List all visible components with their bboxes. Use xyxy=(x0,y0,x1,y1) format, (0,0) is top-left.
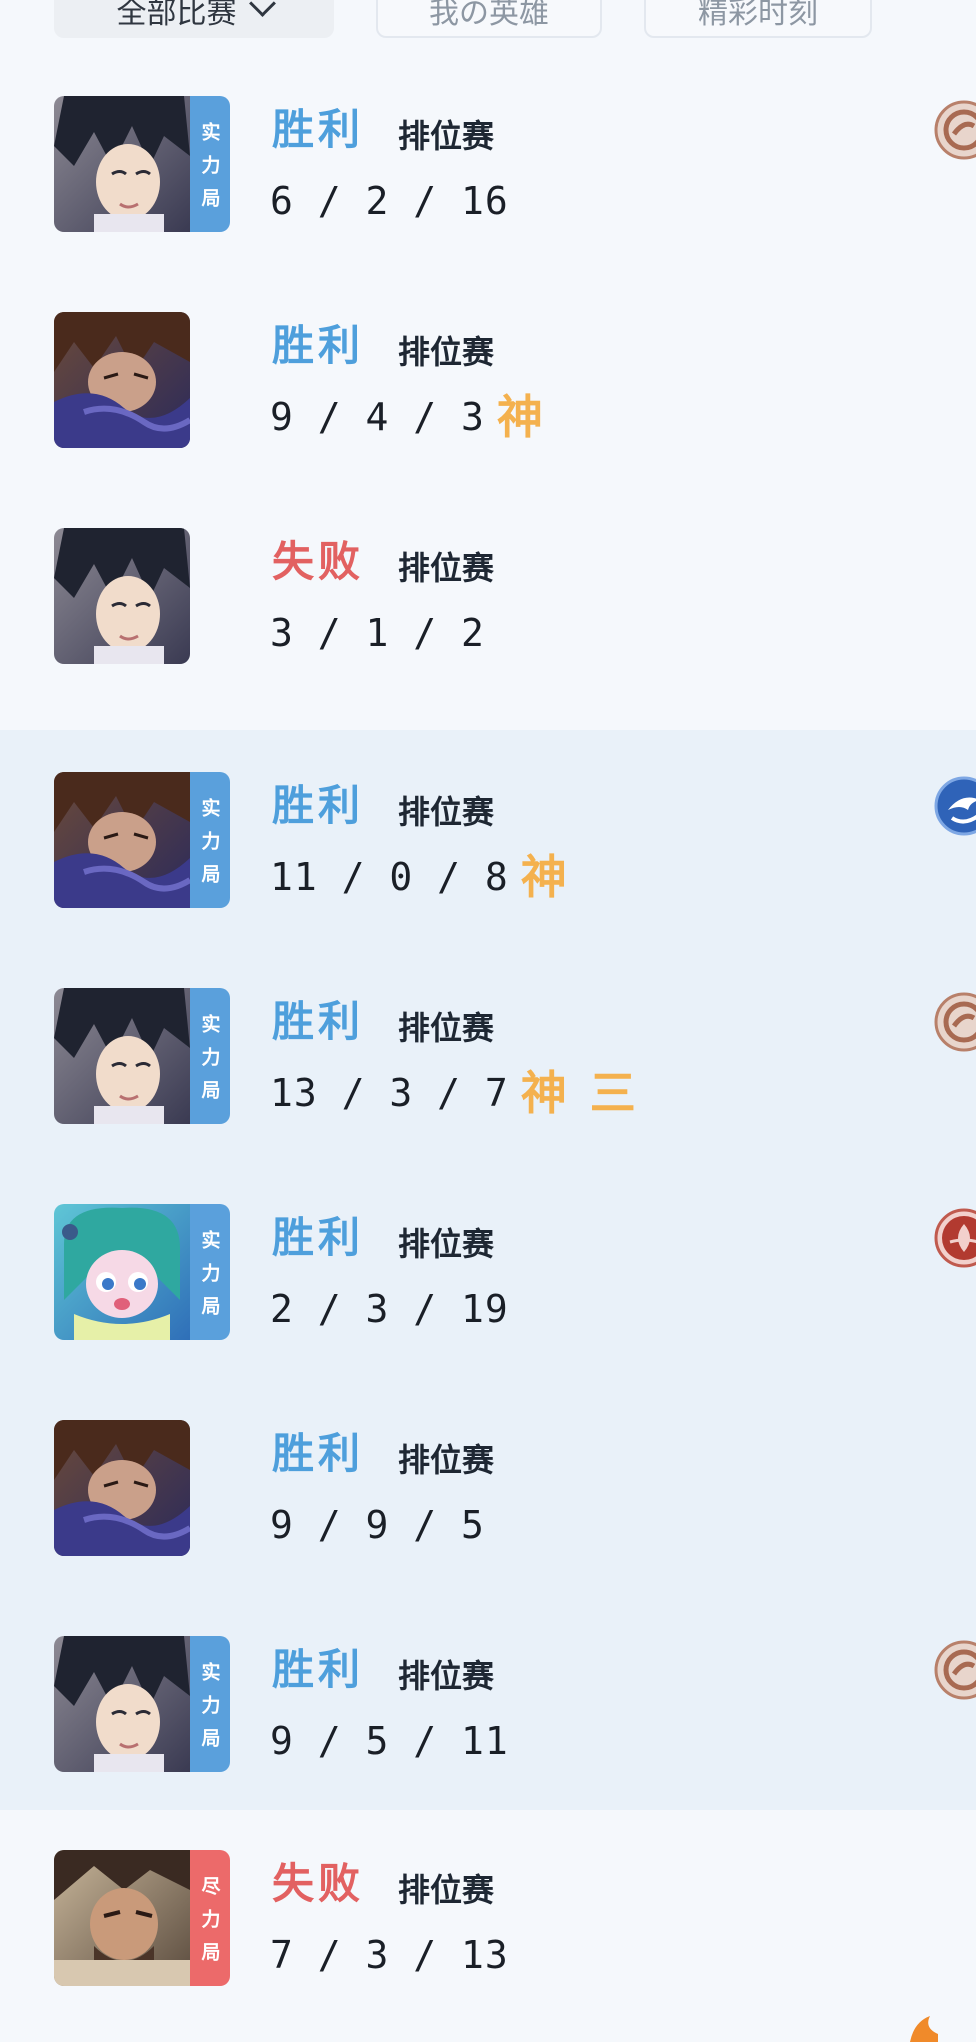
kda-value: 3 / 1 / 2 xyxy=(270,611,485,655)
match-row[interactable]: 尽力局 失败 排位赛 7 / 3 / 13 xyxy=(0,1850,976,1990)
kda-value: 13 / 3 / 7 xyxy=(270,1071,509,1115)
match-result: 胜利 xyxy=(272,997,365,1046)
kda-value: 9 / 9 / 5 xyxy=(270,1503,485,1547)
red-rank-icon xyxy=(934,1208,976,1268)
match-tag: 实力局 xyxy=(190,1204,230,1340)
match-row[interactable]: 胜利 排位赛 9 / 9 / 5 xyxy=(0,1420,976,1560)
match-mode: 排位赛 xyxy=(398,333,495,371)
match-row[interactable]: 失败 排位赛 3 / 1 / 2 xyxy=(0,528,976,668)
partial-flame-icon xyxy=(910,2016,938,2042)
filter-all-matches-label: 全部比赛 xyxy=(116,0,237,31)
match-mode: 排位赛 xyxy=(398,1225,495,1263)
filter-my-heroes-label: 我の英雄 xyxy=(429,0,549,31)
match-mode: 排位赛 xyxy=(398,117,495,155)
match-result: 胜利 xyxy=(272,1429,365,1478)
hero-portrait-dark-haired xyxy=(54,96,190,232)
filter-highlights[interactable]: 精彩时刻 xyxy=(644,0,872,38)
match-row[interactable]: 胜利 排位赛 9 / 4 / 3神 xyxy=(0,312,976,452)
chevron-down-icon xyxy=(248,0,276,17)
kda-value: 6 / 2 / 16 xyxy=(270,179,509,223)
match-result: 失败 xyxy=(272,537,365,586)
filter-bar: 全部比赛 我の英雄 精彩时刻 xyxy=(0,0,976,40)
filter-highlights-label: 精彩时刻 xyxy=(698,0,818,31)
match-mode: 排位赛 xyxy=(398,549,495,587)
match-result: 胜利 xyxy=(272,1213,365,1262)
match-group-1: 实力局 胜利 排位赛 6 / 2 / 16 胜利 排位赛 9 / 4 / 3神 … xyxy=(0,40,976,730)
hero-portrait-dark-haired xyxy=(54,528,190,664)
hero-portrait-dark-haired xyxy=(54,1636,190,1772)
match-tag: 实力局 xyxy=(190,988,230,1124)
match-kda: 11 / 0 / 8神 xyxy=(270,852,568,902)
bronze-rank-icon xyxy=(934,100,976,160)
match-tag: 实力局 xyxy=(190,96,230,232)
match-mode: 排位赛 xyxy=(398,1441,495,1479)
match-group-3: 尽力局 失败 排位赛 7 / 3 / 13 xyxy=(0,1810,976,2037)
match-row[interactable]: 实力局 胜利 排位赛 11 / 0 / 8神 xyxy=(0,772,976,912)
match-group-2: 实力局 胜利 排位赛 11 / 0 / 8神 实力局 胜利 排位赛 13 / 3… xyxy=(0,730,976,1810)
match-row[interactable]: 实力局 胜利 排位赛 2 / 3 / 19 xyxy=(0,1204,976,1344)
hero-portrait-masked xyxy=(54,312,190,448)
match-mode: 排位赛 xyxy=(398,793,495,831)
match-kda: 9 / 4 / 3神 xyxy=(270,392,544,442)
kda-value: 11 / 0 / 8 xyxy=(270,855,509,899)
blue-rank-icon xyxy=(934,776,976,836)
match-result: 胜利 xyxy=(272,105,365,154)
match-result: 胜利 xyxy=(272,1645,365,1694)
match-row[interactable]: 实力局 胜利 排位赛 6 / 2 / 16 xyxy=(0,96,976,236)
kda-value: 9 / 5 / 11 xyxy=(270,1719,509,1763)
match-kda: 13 / 3 / 7神三 xyxy=(270,1068,637,1118)
mvp-god-badge: 神 xyxy=(520,850,568,904)
mvp-god-badge: 神 xyxy=(520,1066,568,1120)
match-kda: 9 / 5 / 11 xyxy=(270,1716,509,1766)
hero-portrait-dark-haired xyxy=(54,988,190,1124)
hero-portrait-masked xyxy=(54,1420,190,1556)
kda-value: 7 / 3 / 13 xyxy=(270,1933,509,1977)
match-row[interactable]: 实力局 胜利 排位赛 13 / 3 / 7神三 xyxy=(0,988,976,1128)
mvp-god-badge: 神 xyxy=(496,390,544,444)
match-mode: 排位赛 xyxy=(398,1871,495,1909)
match-row[interactable]: 实力局 胜利 排位赛 9 / 5 / 11 xyxy=(0,1636,976,1776)
match-tag: 实力局 xyxy=(190,772,230,908)
kda-value: 9 / 4 / 3 xyxy=(270,395,485,439)
match-kda: 9 / 9 / 5 xyxy=(270,1500,485,1550)
triple-kill-badge: 三 xyxy=(589,1066,637,1120)
filter-all-matches[interactable]: 全部比赛 xyxy=(54,0,334,38)
match-result: 胜利 xyxy=(272,781,365,830)
match-kda: 7 / 3 / 13 xyxy=(270,1930,509,1980)
match-kda: 2 / 3 / 19 xyxy=(270,1284,509,1334)
bronze-rank-icon xyxy=(934,992,976,1052)
hero-portrait-bearded-warrior xyxy=(54,1850,190,1986)
match-result: 失败 xyxy=(272,1859,365,1908)
bronze-rank-icon xyxy=(934,1640,976,1700)
match-mode: 排位赛 xyxy=(398,1009,495,1047)
hero-portrait-masked xyxy=(54,772,190,908)
match-mode: 排位赛 xyxy=(398,1657,495,1695)
filter-my-heroes[interactable]: 我の英雄 xyxy=(376,0,602,38)
match-kda: 3 / 1 / 2 xyxy=(270,608,485,658)
match-tag: 实力局 xyxy=(190,1636,230,1772)
hero-portrait-cute-green-hair xyxy=(54,1204,190,1340)
match-result: 胜利 xyxy=(272,321,365,370)
match-kda: 6 / 2 / 16 xyxy=(270,176,509,226)
match-tag: 尽力局 xyxy=(190,1850,230,1986)
kda-value: 2 / 3 / 19 xyxy=(270,1287,509,1331)
